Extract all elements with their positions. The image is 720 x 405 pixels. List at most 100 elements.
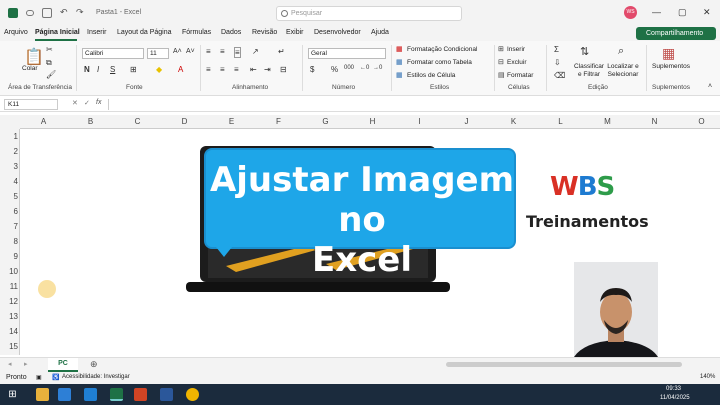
bold-icon[interactable]: N [84, 65, 90, 74]
select-all-corner[interactable] [0, 115, 20, 129]
clear-icon[interactable]: ⌫ [554, 71, 565, 80]
horizontal-scrollbar[interactable] [446, 362, 682, 367]
comma-style-icon[interactable]: 000 [344, 65, 354, 71]
row-header[interactable]: 12 [0, 297, 18, 306]
windows-start-icon[interactable]: ⊞ [6, 388, 19, 401]
autosave-toggle-icon[interactable] [26, 10, 34, 16]
cell-styles-button[interactable]: Estilos de Célula [407, 72, 455, 79]
sort-filter-button[interactable]: Classificar e Filtrar [572, 63, 606, 79]
tab-revisao[interactable]: Revisão [252, 29, 277, 36]
copy-icon[interactable]: ⧉ [46, 58, 52, 68]
row-header[interactable]: 5 [0, 192, 18, 201]
sheet-tab-pc[interactable]: PC [48, 358, 78, 372]
accessibility-icon[interactable]: ♿ [52, 374, 59, 381]
conditional-format-button[interactable]: Formatação Condicional [407, 46, 477, 53]
number-format-select[interactable]: Geral [308, 48, 386, 59]
column-header[interactable]: G [302, 117, 349, 126]
minimize-icon[interactable]: — [652, 7, 661, 17]
align-bottom-icon[interactable]: ≡ [234, 47, 241, 58]
format-as-table-button[interactable]: Formatar como Tabela [407, 59, 472, 66]
orientation-icon[interactable]: ↗ [252, 47, 259, 56]
row-header[interactable]: 8 [0, 237, 18, 246]
mail-icon[interactable] [58, 388, 71, 401]
column-header[interactable]: A [20, 117, 67, 126]
row-header[interactable]: 10 [0, 267, 18, 276]
column-header[interactable]: H [349, 117, 396, 126]
row-header[interactable]: 2 [0, 147, 18, 156]
enter-icon[interactable]: ✓ [84, 99, 90, 107]
search-input[interactable]: Pesquisar [276, 6, 462, 21]
next-sheet-icon[interactable]: ▸ [24, 360, 28, 368]
powerpoint-icon[interactable] [134, 388, 147, 401]
column-header[interactable]: K [490, 117, 537, 126]
row-header[interactable]: 1 [0, 132, 18, 141]
tab-exibir[interactable]: Exibir [286, 29, 304, 36]
excel-taskbar-icon[interactable] [110, 388, 123, 401]
column-header[interactable]: N [631, 117, 678, 126]
decrease-indent-icon[interactable]: ⇤ [250, 65, 257, 74]
column-header[interactable]: M [584, 117, 631, 126]
decrease-font-icon[interactable]: A˅ [186, 48, 195, 55]
name-box[interactable]: K11 [4, 99, 58, 110]
row-header[interactable]: 11 [0, 282, 18, 291]
save-icon[interactable] [42, 8, 52, 18]
chrome-icon[interactable] [186, 388, 199, 401]
tab-dados[interactable]: Dados [221, 29, 241, 36]
fill-color-icon[interactable]: ◆ [156, 65, 162, 74]
wrap-text-icon[interactable]: ↵ [278, 47, 285, 56]
column-header[interactable]: B [67, 117, 114, 126]
tab-arquivo[interactable]: Arquivo [4, 29, 28, 36]
zoom-level[interactable]: 140% [700, 374, 715, 380]
row-header[interactable]: 14 [0, 327, 18, 336]
row-header[interactable]: 13 [0, 312, 18, 321]
add-sheet-icon[interactable]: ⊕ [90, 359, 98, 370]
increase-indent-icon[interactable]: ⇥ [264, 65, 271, 74]
tab-ajuda[interactable]: Ajuda [371, 29, 389, 36]
row-header[interactable]: 7 [0, 222, 18, 231]
format-painter-icon[interactable]: 🖌 [46, 70, 56, 79]
column-header[interactable]: J [443, 117, 490, 126]
insert-cells-button[interactable]: Inserir [507, 46, 525, 53]
title-callout[interactable]: Ajustar Imagem no Excel [204, 148, 516, 280]
column-header[interactable]: F [255, 117, 302, 126]
redo-icon[interactable]: ↷ [76, 7, 84, 18]
undo-icon[interactable]: ↶ [60, 7, 68, 18]
italic-icon[interactable]: I [97, 65, 99, 74]
merge-center-icon[interactable]: ⊟ [280, 65, 287, 74]
tab-layout[interactable]: Layout da Página [117, 29, 172, 36]
column-header[interactable]: L [537, 117, 584, 126]
align-middle-icon[interactable]: ≡ [220, 47, 225, 56]
align-left-icon[interactable]: ≡ [206, 65, 211, 74]
decrease-decimal-icon[interactable]: →0 [373, 65, 382, 71]
paste-icon[interactable]: 📋 [24, 47, 44, 67]
percent-icon[interactable]: % [331, 65, 338, 74]
align-right-icon[interactable]: ≡ [234, 65, 239, 74]
share-button[interactable]: Compartilhamento [636, 27, 716, 40]
column-header[interactable]: E [208, 117, 255, 126]
avatar[interactable]: WS [624, 6, 637, 19]
borders-icon[interactable]: ⊞ [130, 65, 137, 74]
prev-sheet-icon[interactable]: ◂ [8, 360, 12, 368]
row-header[interactable]: 15 [0, 342, 18, 351]
formula-input[interactable] [108, 99, 714, 110]
delete-cells-button[interactable]: Excluir [507, 59, 527, 66]
row-header[interactable]: 3 [0, 162, 18, 171]
tab-desenvolvedor[interactable]: Desenvolvedor [314, 29, 361, 36]
paste-button[interactable]: Colar [22, 65, 38, 72]
tab-inserir[interactable]: Inserir [87, 29, 106, 36]
fx-label[interactable]: fx [96, 99, 101, 106]
accessibility-status[interactable]: Acessibilidade: Investigar [62, 374, 130, 380]
tab-pagina-inicial[interactable]: Página Inicial [35, 29, 80, 36]
accounting-icon[interactable]: $ [310, 65, 314, 74]
row-header[interactable]: 9 [0, 252, 18, 261]
row-header[interactable]: 6 [0, 207, 18, 216]
font-size-select[interactable]: 11 [147, 48, 169, 59]
fill-icon[interactable]: ⇩ [554, 58, 561, 67]
underline-icon[interactable]: S [110, 65, 115, 74]
find-select-button[interactable]: Localizar e Selecionar [604, 63, 642, 79]
autosum-icon[interactable]: Σ [554, 45, 559, 54]
format-cells-button[interactable]: Formatar [507, 72, 533, 79]
align-center-icon[interactable]: ≡ [220, 65, 225, 74]
word-icon[interactable] [160, 388, 173, 401]
addins-button[interactable]: Suplementos [652, 63, 690, 70]
